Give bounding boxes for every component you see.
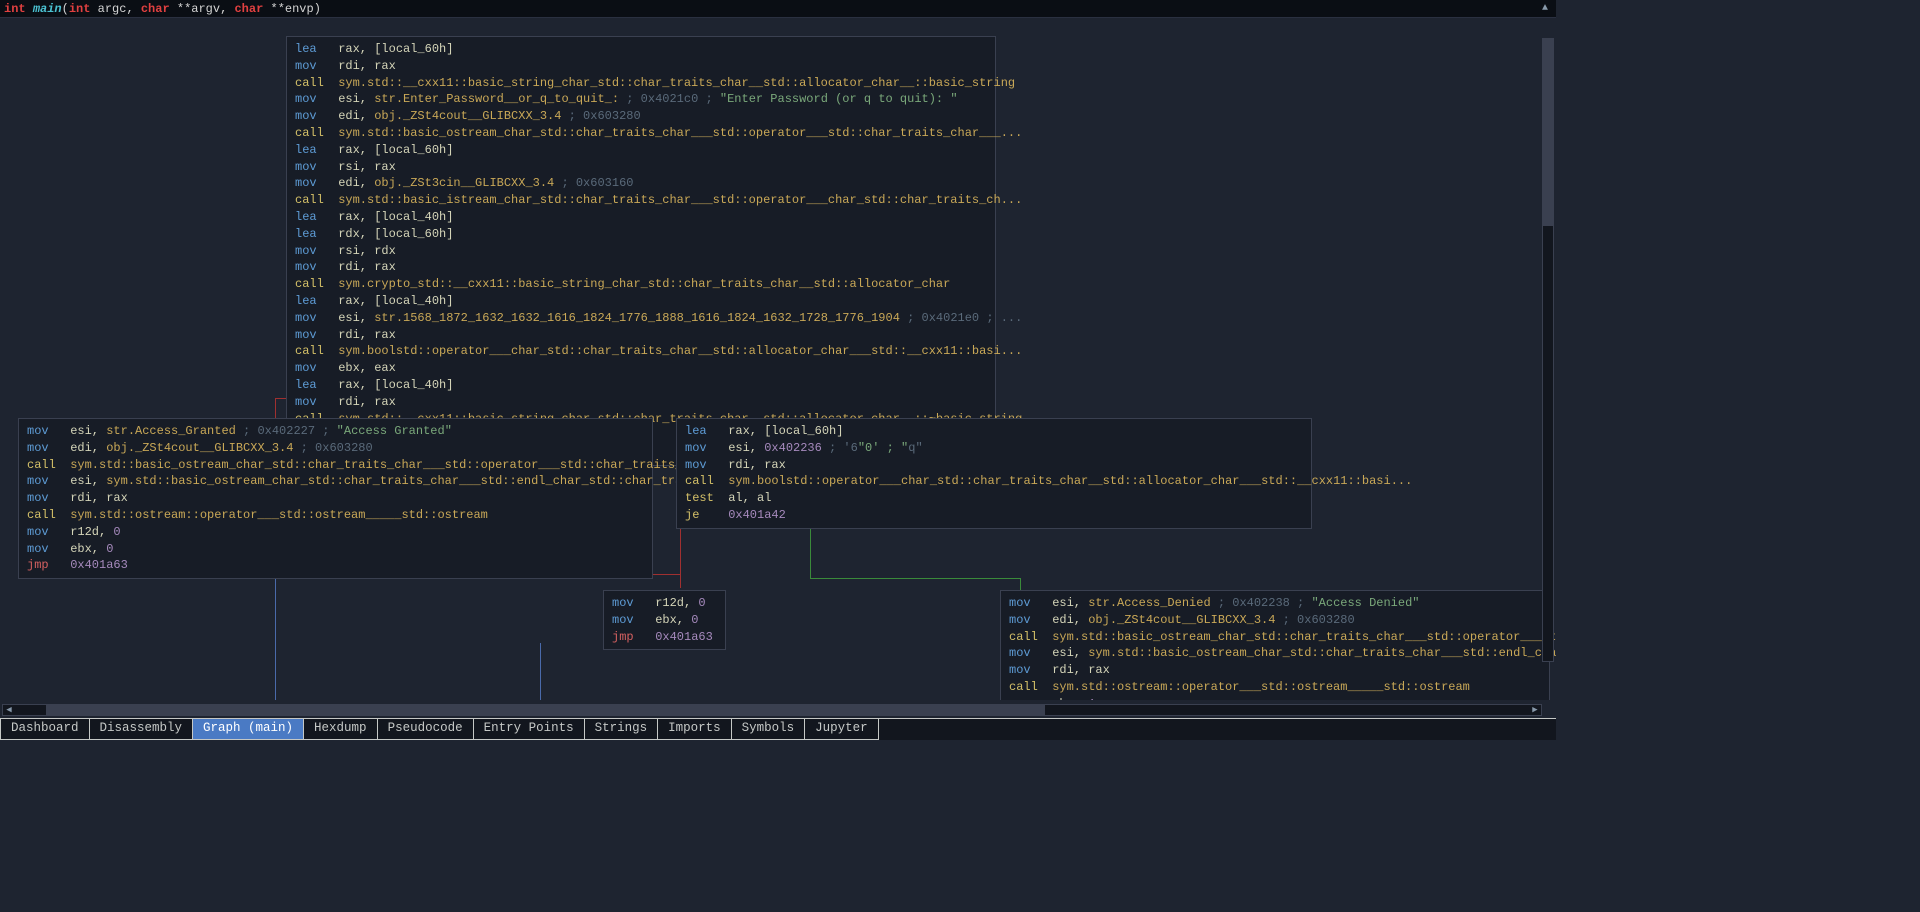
asm-line: lea rax, [local_40h]	[295, 209, 987, 226]
asm-line: lea rax, [local_60h]	[295, 142, 987, 159]
asm-line: mov rdi, rax	[685, 457, 1303, 474]
asm-line: mov edi, obj._ZSt4cout__GLIBCXX_3.4 ; 0x…	[1009, 612, 1541, 629]
asm-line: jmp 0x401a63	[27, 557, 644, 574]
basic-block-quit[interactable]: lea rax, [local_60h]mov esi, 0x402236 ; …	[676, 418, 1312, 529]
basic-block-jmp[interactable]: mov r12d, 0mov ebx, 0jmp 0x401a63	[603, 590, 726, 650]
tab-entry-points[interactable]: Entry Points	[473, 719, 585, 740]
asm-line: test al, al	[685, 490, 1303, 507]
asm-line: lea rax, [local_40h]	[295, 293, 987, 310]
asm-line: mov edi, obj._ZSt4cout__GLIBCXX_3.4 ; 0x…	[295, 108, 987, 125]
asm-line: lea rax, [local_60h]	[295, 41, 987, 58]
horizontal-scrollbar[interactable]: ◀ ▶	[2, 704, 1542, 716]
tab-pseudocode[interactable]: Pseudocode	[377, 719, 474, 740]
asm-line: mov ebx, eax	[295, 360, 987, 377]
scroll-up-arrow[interactable]: ▲	[1542, 3, 1552, 14]
asm-line: mov esi, str.Access_Denied ; 0x402238 ; …	[1009, 595, 1541, 612]
tab-disassembly[interactable]: Disassembly	[89, 719, 194, 740]
asm-line: mov rdi, rax	[295, 394, 987, 411]
vertical-scrollbar[interactable]	[1542, 38, 1554, 662]
asm-line: mov esi, sym.std::basic_ostream_char_std…	[1009, 645, 1541, 662]
tab-strings[interactable]: Strings	[584, 719, 659, 740]
asm-line: mov rsi, rdx	[295, 243, 987, 260]
asm-line: call sym.std::basic_ostream_char_std::ch…	[1009, 629, 1541, 646]
tab-graph-main-[interactable]: Graph (main)	[192, 719, 304, 740]
asm-line: call sym.std::ostream::operator___std::o…	[27, 507, 644, 524]
asm-line: mov rdi, rax	[295, 58, 987, 75]
asm-line: call sym.crypto_std::__cxx11::basic_stri…	[295, 276, 987, 293]
scrollbar-thumb[interactable]	[46, 705, 1046, 715]
bottom-tabs: DashboardDisassemblyGraph (main)HexdumpP…	[0, 718, 1556, 740]
asm-line: mov rdi, rax	[27, 490, 644, 507]
asm-line: call sym.std::basic_ostream_char_std::ch…	[295, 125, 987, 142]
asm-line: mov rdi, rax	[1009, 662, 1541, 679]
asm-line: mov r12d, 0	[27, 524, 644, 541]
asm-line: call sym.std::basic_istream_char_std::ch…	[295, 192, 987, 209]
asm-line: mov ebx, 0	[27, 541, 644, 558]
basic-block-main[interactable]: lea rax, [local_60h]mov rdi, raxcall sym…	[286, 36, 996, 466]
asm-line: lea rax, [local_40h]	[295, 377, 987, 394]
asm-line: mov esi, 0x402236 ; '6"0' ; "q"	[685, 440, 1303, 457]
basic-block-granted[interactable]: mov esi, str.Access_Granted ; 0x402227 ;…	[18, 418, 653, 579]
tab-hexdump[interactable]: Hexdump	[303, 719, 378, 740]
asm-line: call sym.std::ostream::operator___std::o…	[1009, 679, 1541, 696]
asm-line: lea rdx, [local_60h]	[295, 226, 987, 243]
scroll-right-arrow[interactable]: ▶	[1529, 705, 1541, 715]
tab-dashboard[interactable]: Dashboard	[0, 719, 90, 740]
asm-line: je 0x401a42	[685, 507, 1303, 524]
asm-line: call sym.boolstd::operator___char_std::c…	[295, 343, 987, 360]
scrollbar-thumb[interactable]	[1543, 39, 1553, 226]
asm-line: mov edi, obj._ZSt3cin__GLIBCXX_3.4 ; 0x6…	[295, 175, 987, 192]
asm-line: mov esi, str.1568_1872_1632_1632_1616_18…	[295, 310, 987, 327]
tab-imports[interactable]: Imports	[657, 719, 732, 740]
scroll-left-arrow[interactable]: ◀	[3, 705, 15, 715]
asm-line: mov esi, str.Enter_Password__or_q_to_qui…	[295, 91, 987, 108]
asm-line: mov rdi, rax	[295, 259, 987, 276]
asm-line: mov ebx, 1	[1009, 696, 1541, 700]
asm-line: call sym.std::basic_ostream_char_std::ch…	[27, 457, 644, 474]
asm-line: lea rax, [local_60h]	[685, 423, 1303, 440]
tab-jupyter[interactable]: Jupyter	[804, 719, 879, 740]
asm-line: jmp 0x401a63	[612, 629, 717, 646]
asm-line: mov esi, sym.std::basic_ostream_char_std…	[27, 473, 644, 490]
asm-line: call sym.boolstd::operator___char_std::c…	[685, 473, 1303, 490]
titlebar: int main(int argc, char **argv, char **e…	[0, 0, 1556, 18]
asm-line: call sym.std::__cxx11::basic_string_char…	[295, 75, 987, 92]
asm-line: mov esi, str.Access_Granted ; 0x402227 ;…	[27, 423, 644, 440]
asm-line: mov ebx, 0	[612, 612, 717, 629]
asm-line: mov rdi, rax	[295, 327, 987, 344]
asm-line: mov r12d, 0	[612, 595, 717, 612]
graph-canvas[interactable]: lea rax, [local_60h]mov rdi, raxcall sym…	[0, 18, 1556, 700]
asm-line: mov edi, obj._ZSt4cout__GLIBCXX_3.4 ; 0x…	[27, 440, 644, 457]
tab-symbols[interactable]: Symbols	[731, 719, 806, 740]
basic-block-denied[interactable]: mov esi, str.Access_Denied ; 0x402238 ; …	[1000, 590, 1550, 700]
asm-line: mov rsi, rax	[295, 159, 987, 176]
